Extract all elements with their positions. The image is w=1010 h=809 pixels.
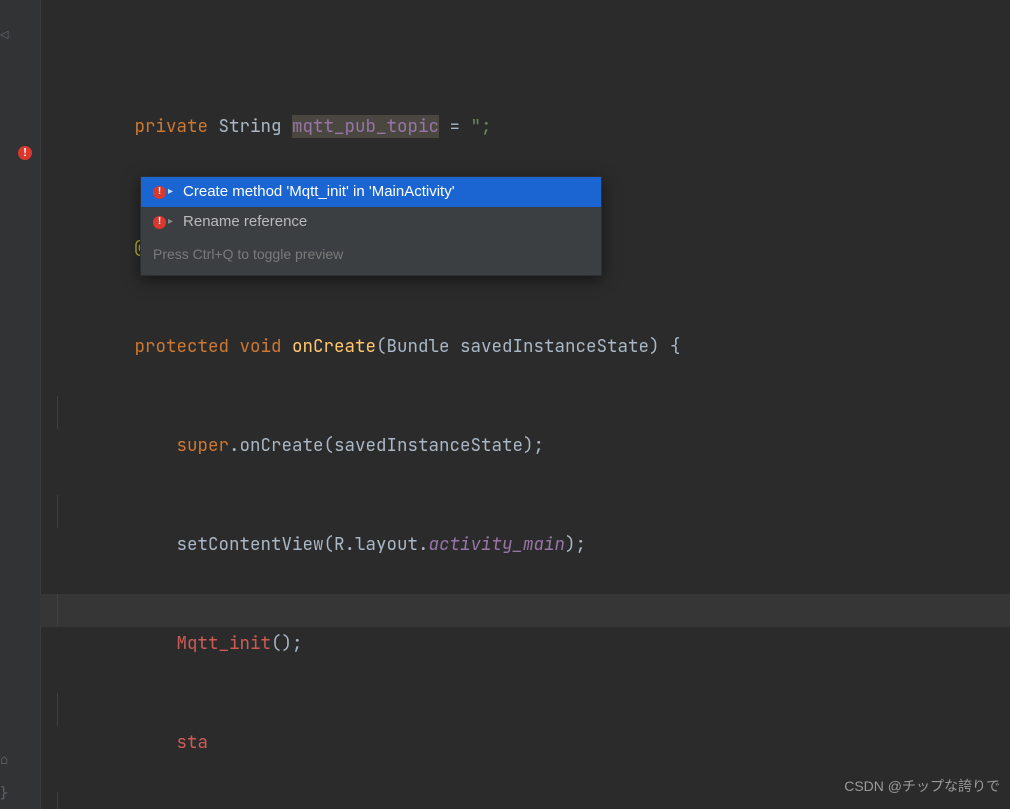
code-line[interactable]: sta bbox=[40, 693, 1010, 726]
closing-brace-icon: } bbox=[0, 778, 8, 809]
intention-item-icon: ! ▸ bbox=[153, 177, 173, 207]
unresolved-reference[interactable]: Mqtt_init bbox=[177, 632, 272, 655]
code-editor[interactable]: ◁ ! ⌂ } private String mqtt_pub_topic = … bbox=[0, 0, 1010, 809]
selection-highlight: mqtt_pub_topic bbox=[292, 115, 439, 138]
method-separator-icon: ⌂ bbox=[0, 744, 8, 777]
override-marker-icon[interactable]: ◁ bbox=[0, 20, 8, 53]
intention-actions-popup[interactable]: ! ▸ Create method 'Mqtt_init' in 'MainAc… bbox=[140, 176, 602, 276]
watermark-text: CSDN @チップな誇りで bbox=[844, 770, 1000, 803]
intention-item-label: Create method 'Mqtt_init' in 'MainActivi… bbox=[183, 177, 455, 207]
submenu-arrow-icon: ▸ bbox=[168, 207, 173, 237]
error-bulb-icon: ! bbox=[153, 216, 166, 229]
error-bulb-icon: ! bbox=[153, 186, 166, 199]
intention-item-create-method[interactable]: ! ▸ Create method 'Mqtt_init' in 'MainAc… bbox=[141, 177, 601, 207]
code-area[interactable]: private String mqtt_pub_topic = "; @Over… bbox=[40, 0, 1010, 809]
code-line[interactable]: protected void onCreate(Bundle savedInst… bbox=[40, 297, 1010, 330]
intention-item-icon: ! ▸ bbox=[153, 207, 173, 237]
code-line[interactable]: setContentView(R.layout.activity_main); bbox=[40, 495, 1010, 528]
code-line[interactable]: private String mqtt_pub_topic = "; bbox=[40, 77, 1010, 110]
submenu-arrow-icon: ▸ bbox=[168, 177, 173, 207]
intention-bulb-icon[interactable]: ! bbox=[18, 146, 34, 162]
popup-hint-text: Press Ctrl+Q to toggle preview bbox=[141, 237, 601, 275]
code-line[interactable]: super.onCreate(savedInstanceState); bbox=[40, 396, 1010, 429]
intention-item-rename-reference[interactable]: ! ▸ Rename reference bbox=[141, 207, 601, 237]
code-line-current[interactable]: Mqtt_init(); bbox=[40, 594, 1010, 627]
editor-gutter: ◁ ! ⌂ } bbox=[0, 0, 41, 809]
intention-item-label: Rename reference bbox=[183, 207, 307, 237]
error-bulb-icon: ! bbox=[18, 146, 32, 160]
